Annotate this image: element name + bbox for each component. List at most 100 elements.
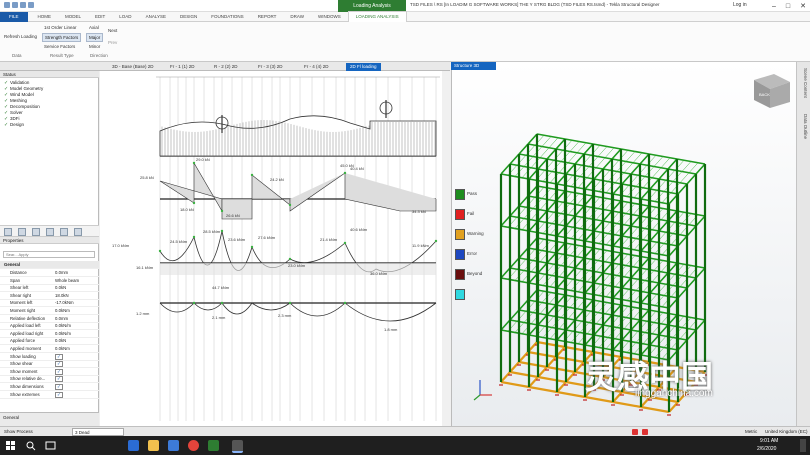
view-tab-r2[interactable]: R - 2 (2) 2D: [210, 63, 242, 71]
tekla-app-icon[interactable]: [208, 440, 219, 451]
loading-diagram-svg: 29.0 kN45.0 kN40.4 kN25.8 kN 24.2 kN18.0 …: [112, 76, 440, 421]
tab-report[interactable]: REPORT: [251, 12, 284, 22]
property-row[interactable]: Show extremes ✓: [0, 391, 99, 399]
minimize-button[interactable]: –: [772, 3, 776, 10]
property-key: Applied force: [10, 338, 36, 344]
legend-swatch-beyond: [455, 269, 465, 280]
properties-search-input[interactable]: [3, 251, 95, 258]
properties-title: Properties: [0, 237, 99, 244]
quick-access-toolbar[interactable]: [4, 2, 54, 10]
view-tab-fr4[interactable]: Fr - 4 (4) 2D: [300, 63, 333, 71]
login-link[interactable]: Log in: [733, 2, 747, 8]
diagram-node: [192, 161, 196, 165]
print-icon[interactable]: [28, 2, 34, 8]
toolbar-icon-6[interactable]: [74, 228, 82, 236]
status-error-icon: [632, 429, 638, 435]
tree-item-design[interactable]: ✓ Design: [4, 122, 43, 128]
search-icon[interactable]: [25, 440, 36, 451]
toolbar-icon-3[interactable]: [32, 228, 40, 236]
legend-label-pass: Pass: [467, 191, 478, 196]
tab-file[interactable]: FILE: [0, 11, 28, 22]
file-explorer-icon[interactable]: [148, 440, 159, 451]
diagram-node: [220, 301, 224, 305]
close-button[interactable]: ✕: [800, 2, 806, 10]
legend-label-fail: Fail: [467, 211, 475, 216]
moment-value-label: 40.6 kNm: [350, 227, 368, 232]
tab-load[interactable]: LOAD: [112, 12, 138, 22]
legend-swatch-cyan: [455, 289, 465, 300]
view-tab-base[interactable]: 3D - Base (Base) 2D: [108, 63, 158, 71]
redo-icon[interactable]: [20, 2, 26, 8]
shear-value-label: 18.0 kN: [180, 207, 194, 212]
property-key: Show loading: [10, 353, 36, 359]
axial-button[interactable]: Axial: [89, 25, 99, 30]
property-value: 0.0mm: [55, 270, 69, 275]
diagram-node: [158, 249, 162, 253]
save-icon[interactable]: [4, 2, 10, 8]
property-value: 0.0mm: [55, 315, 69, 321]
legend-label-warning: Warning: [467, 231, 484, 236]
store-icon[interactable]: [168, 440, 179, 451]
tab-edit[interactable]: EDIT: [88, 12, 112, 22]
moment-value-label: 17.0 kNm: [112, 243, 130, 248]
refresh-loading-button[interactable]: Refresh Loading: [4, 34, 37, 39]
task-view-icon[interactable]: [45, 440, 56, 451]
view-tab-fr3[interactable]: Fr - 3 (3) 2D: [254, 63, 287, 71]
service-factors-button[interactable]: Service Factors: [44, 44, 75, 49]
loading-diagram-view[interactable]: 29.0 kN 45.0 kN 40.4 kN 25.8 kN 24.2 kN 18.0 …: [100, 71, 442, 426]
property-key: Relative deflection: [10, 315, 46, 321]
ribbon-group-result-type: Result Type: [50, 53, 74, 58]
toolbar-icon-5[interactable]: [60, 228, 68, 236]
strength-factors-button[interactable]: Strength Factors: [42, 33, 82, 42]
toolbar-icon-2[interactable]: [18, 228, 26, 236]
tab-loading-analysis[interactable]: LOADING ANALYSIS: [347, 11, 407, 22]
property-key: Shear right: [10, 292, 32, 298]
undo-icon[interactable]: [12, 2, 18, 8]
major-button[interactable]: Major: [86, 33, 104, 42]
toolbar-icon-4[interactable]: [46, 228, 54, 236]
diagram-node: [250, 245, 254, 249]
windows-start-icon[interactable]: [5, 440, 16, 451]
toolbar-icon-1[interactable]: [4, 228, 12, 236]
property-value: 0.0kNm: [55, 308, 70, 313]
first-order-linear-select[interactable]: 1st Order Linear: [44, 25, 77, 30]
moment-value-label: 24.5 kNm: [170, 239, 188, 244]
tekla-active-icon[interactable]: [232, 440, 243, 453]
loadcase-field[interactable]: 3 Dead: [72, 428, 124, 436]
tab-draw[interactable]: DRAW: [283, 12, 311, 22]
property-value: -17.0kNm: [55, 300, 74, 306]
shear-value-label: 34.3 kN: [412, 209, 426, 214]
property-value: ✓: [55, 361, 63, 368]
diagram-node: [288, 203, 292, 207]
chrome-icon[interactable]: [188, 440, 199, 451]
tab-design[interactable]: DESIGN: [173, 12, 204, 22]
shear-value-label: 24.2 kN: [270, 177, 284, 182]
property-key: Applied load right: [10, 330, 44, 336]
next-button[interactable]: Next: [108, 28, 117, 33]
properties-section-general[interactable]: General: [0, 261, 99, 269]
moment-value-label: 23.6 kNm: [228, 237, 246, 242]
view-tab-structure-3d[interactable]: Structure 3D: [451, 62, 496, 70]
view-tab-fr1[interactable]: Fr - 1 (1) 2D: [166, 63, 199, 71]
view-tab-2d-loading[interactable]: 2D Fl loading: [346, 63, 381, 71]
property-value: ✓: [55, 376, 63, 383]
diagram-node: [250, 173, 254, 177]
tab-analyse[interactable]: ANALYSE: [139, 12, 173, 22]
tab-home[interactable]: HOME: [31, 12, 59, 22]
tab-foundations[interactable]: FOUNDATIONS: [204, 12, 250, 22]
minor-button[interactable]: Minor: [89, 44, 100, 49]
diagram-node: [192, 201, 196, 205]
tab-windows[interactable]: WINDOWS: [311, 12, 348, 22]
maximize-button[interactable]: □: [786, 3, 790, 10]
diagram-node: [192, 235, 196, 239]
view-cube-label: BACK: [759, 92, 770, 97]
prev-button[interactable]: Prev: [108, 40, 117, 45]
side-tab-scene-content[interactable]: Scene Content: [803, 68, 808, 98]
notification-icon[interactable]: [800, 439, 806, 452]
side-tab-data-outline[interactable]: Data Outline: [803, 114, 808, 139]
window-controls: – □ ✕: [772, 1, 806, 11]
property-value: ✓: [55, 368, 63, 375]
tab-model[interactable]: MODEL: [58, 12, 88, 22]
property-key: Distance: [10, 270, 27, 275]
edge-icon[interactable]: [128, 440, 139, 451]
